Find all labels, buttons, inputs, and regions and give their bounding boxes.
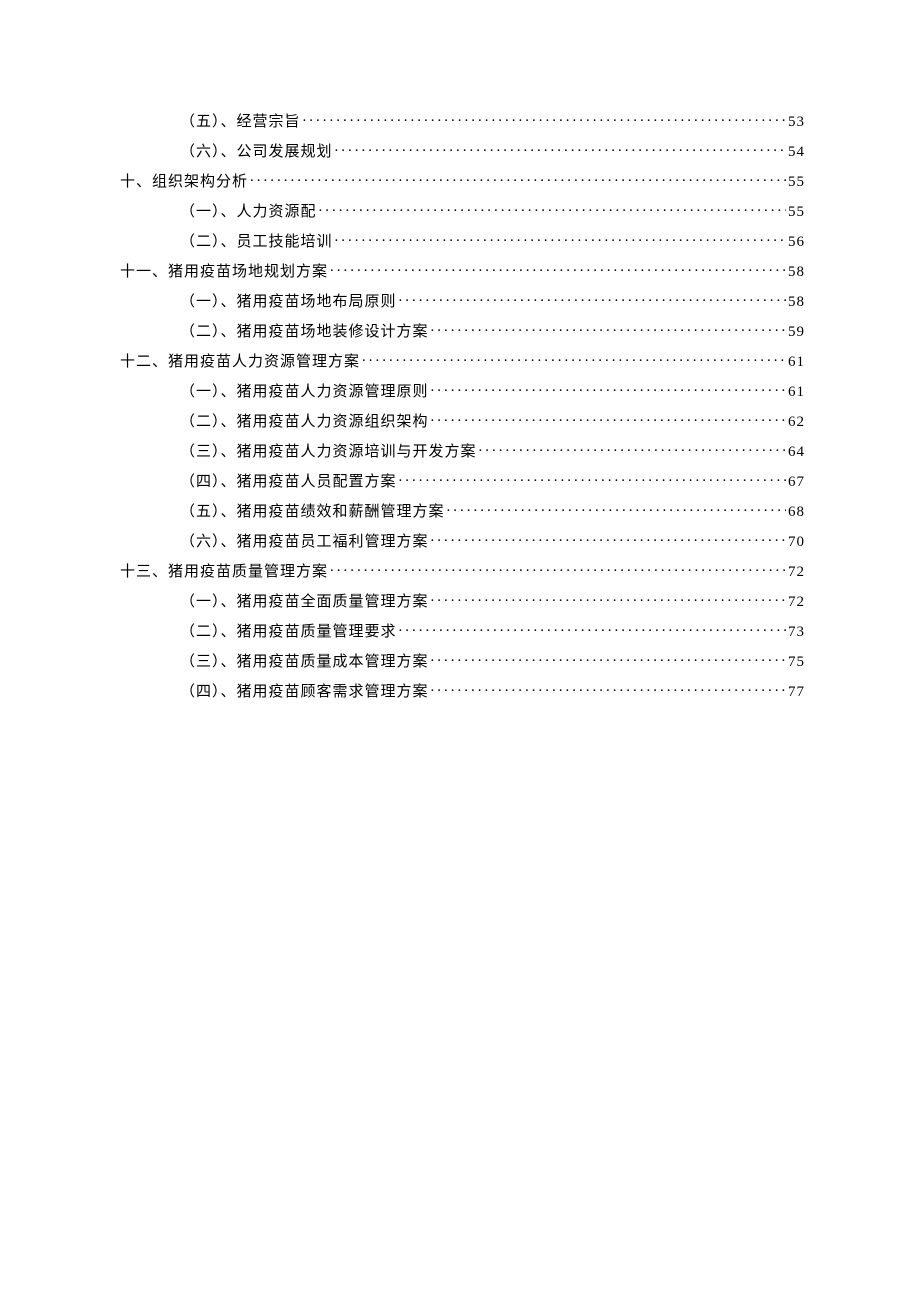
toc-entry-label: 十二、猪用疫苗人力资源管理方案 bbox=[120, 350, 360, 371]
toc-leader-dots bbox=[479, 441, 786, 456]
toc-leader-dots bbox=[431, 381, 786, 396]
toc-entry-page: 58 bbox=[788, 264, 805, 281]
toc-leader-dots bbox=[335, 231, 786, 246]
toc-entry-page: 55 bbox=[788, 174, 805, 191]
toc-leader-dots bbox=[399, 471, 786, 486]
toc-leader-dots bbox=[431, 651, 786, 666]
toc-entry-label: （一）、猪用疫苗人力资源管理原则 bbox=[180, 380, 429, 401]
toc-entry-page: 64 bbox=[788, 444, 805, 461]
toc-entry: （一）、猪用疫苗场地布局原则 58 bbox=[180, 290, 805, 311]
toc-entry-page: 72 bbox=[788, 594, 805, 611]
toc-entry-label: （四）、猪用疫苗人员配置方案 bbox=[180, 470, 397, 491]
toc-entry-label: （五）、经营宗旨 bbox=[180, 110, 301, 131]
toc-entry: 十一、猪用疫苗场地规划方案 58 bbox=[120, 260, 805, 281]
toc-entry-page: 62 bbox=[788, 414, 805, 431]
toc-entry-label: 十三、猪用疫苗质量管理方案 bbox=[120, 560, 328, 581]
toc-entry: （三）、猪用疫苗人力资源培训与开发方案 64 bbox=[180, 440, 805, 461]
toc-entry-label: 十一、猪用疫苗场地规划方案 bbox=[120, 260, 328, 281]
toc-entry: （二）、员工技能培训 56 bbox=[180, 230, 805, 251]
toc-entry: （四）、猪用疫苗顾客需求管理方案 77 bbox=[180, 680, 805, 701]
toc-entry: （五）、猪用疫苗绩效和薪酬管理方案 68 bbox=[180, 500, 805, 521]
toc-entry-page: 55 bbox=[788, 204, 805, 221]
toc-entry-label: （二）、猪用疫苗质量管理要求 bbox=[180, 620, 397, 641]
toc-entry-page: 70 bbox=[788, 534, 805, 551]
toc-entry: （一）、人力资源配 55 bbox=[180, 200, 805, 221]
toc-entry-page: 56 bbox=[788, 234, 805, 251]
toc-entry: （一）、猪用疫苗全面质量管理方案 72 bbox=[180, 590, 805, 611]
toc-entry-page: 61 bbox=[788, 384, 805, 401]
toc-entry-page: 59 bbox=[788, 324, 805, 341]
toc-entry-page: 54 bbox=[788, 144, 805, 161]
toc-entry-label: （一）、人力资源配 bbox=[180, 200, 317, 221]
toc-entry: （六）、公司发展规划 54 bbox=[180, 140, 805, 161]
toc-entry-label: （六）、公司发展规划 bbox=[180, 140, 333, 161]
toc-entry-label: （二）、猪用疫苗人力资源组织架构 bbox=[180, 410, 429, 431]
toc-leader-dots bbox=[303, 111, 786, 126]
toc-leader-dots bbox=[431, 591, 786, 606]
toc-entry-label: 十、组织架构分析 bbox=[120, 170, 248, 191]
toc-leader-dots bbox=[399, 621, 786, 636]
toc-entry-page: 75 bbox=[788, 654, 805, 671]
toc-entry: （二）、猪用疫苗人力资源组织架构 62 bbox=[180, 410, 805, 431]
toc-entry: 十、组织架构分析 55 bbox=[120, 170, 805, 191]
toc-leader-dots bbox=[335, 141, 786, 156]
toc-entry-label: （一）、猪用疫苗场地布局原则 bbox=[180, 290, 397, 311]
toc-leader-dots bbox=[399, 291, 786, 306]
toc-leader-dots bbox=[362, 351, 786, 366]
toc-leader-dots bbox=[431, 411, 786, 426]
toc-entry-page: 53 bbox=[788, 114, 805, 131]
toc-leader-dots bbox=[447, 501, 786, 516]
toc-leader-dots bbox=[319, 201, 786, 216]
toc-entry-label: （一）、猪用疫苗全面质量管理方案 bbox=[180, 590, 429, 611]
toc-entry: （四）、猪用疫苗人员配置方案 67 bbox=[180, 470, 805, 491]
toc-entry-label: （四）、猪用疫苗顾客需求管理方案 bbox=[180, 680, 429, 701]
toc-leader-dots bbox=[250, 171, 786, 186]
toc-entry: （二）、猪用疫苗质量管理要求 73 bbox=[180, 620, 805, 641]
toc-entry-page: 61 bbox=[788, 354, 805, 371]
toc-entry-label: （六）、猪用疫苗员工福利管理方案 bbox=[180, 530, 429, 551]
toc-entry-page: 77 bbox=[788, 684, 805, 701]
toc-entry-page: 72 bbox=[788, 564, 805, 581]
toc-leader-dots bbox=[330, 261, 786, 276]
toc-entry-page: 67 bbox=[788, 474, 805, 491]
toc-entry: （一）、猪用疫苗人力资源管理原则 61 bbox=[180, 380, 805, 401]
toc-entry-page: 68 bbox=[788, 504, 805, 521]
toc-leader-dots bbox=[431, 681, 786, 696]
toc-entry: 十三、猪用疫苗质量管理方案 72 bbox=[120, 560, 805, 581]
toc-entry-label: （三）、猪用疫苗人力资源培训与开发方案 bbox=[180, 440, 477, 461]
toc-entry-label: （五）、猪用疫苗绩效和薪酬管理方案 bbox=[180, 500, 445, 521]
toc-leader-dots bbox=[431, 321, 786, 336]
toc-entry: （五）、经营宗旨 53 bbox=[180, 110, 805, 131]
toc-entry-label: （二）、猪用疫苗场地装修设计方案 bbox=[180, 320, 429, 341]
toc-entry: （二）、猪用疫苗场地装修设计方案 59 bbox=[180, 320, 805, 341]
toc-leader-dots bbox=[330, 561, 786, 576]
toc-entry-page: 58 bbox=[788, 294, 805, 311]
toc-entry: （六）、猪用疫苗员工福利管理方案 70 bbox=[180, 530, 805, 551]
toc-leader-dots bbox=[431, 531, 786, 546]
toc-entry-label: （二）、员工技能培训 bbox=[180, 230, 333, 251]
table-of-contents: （五）、经营宗旨53（六）、公司发展规划54十、组织架构分析55（一）、人力资源… bbox=[120, 110, 805, 701]
toc-entry-page: 73 bbox=[788, 624, 805, 641]
toc-entry: （三）、猪用疫苗质量成本管理方案 75 bbox=[180, 650, 805, 671]
toc-entry: 十二、猪用疫苗人力资源管理方案 61 bbox=[120, 350, 805, 371]
toc-entry-label: （三）、猪用疫苗质量成本管理方案 bbox=[180, 650, 429, 671]
